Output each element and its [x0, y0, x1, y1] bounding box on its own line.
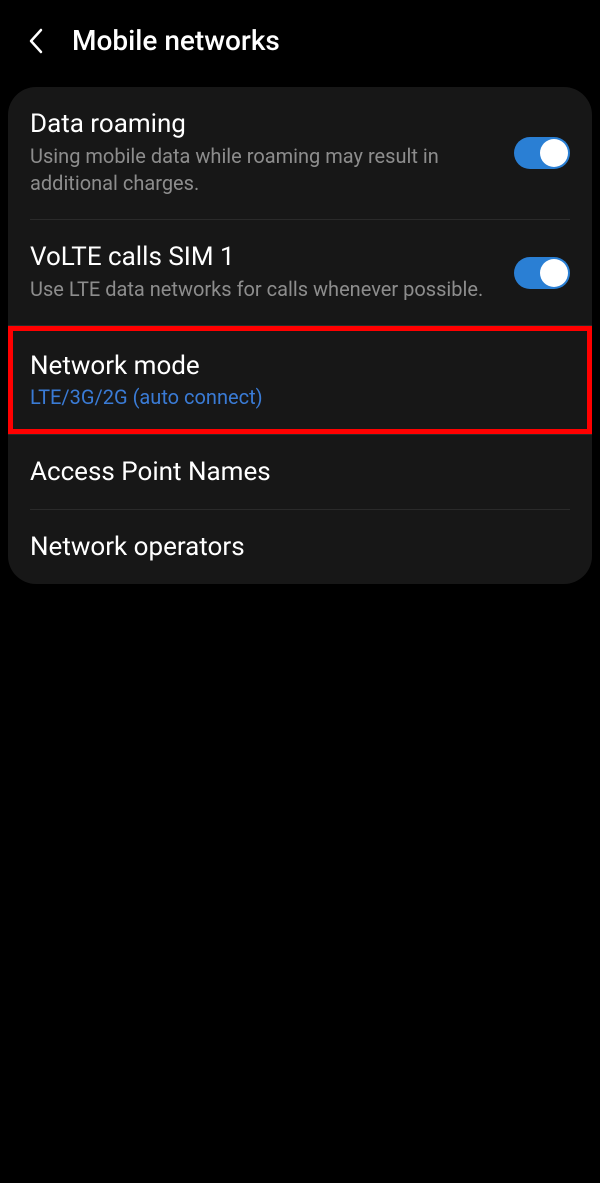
data-roaming-description: Using mobile data while roaming may resu… — [30, 143, 498, 197]
apn-text: Access Point Names — [30, 457, 570, 487]
network-operators-text: Network operators — [30, 532, 570, 562]
header: Mobile networks — [0, 0, 600, 81]
volte-title: VoLTE calls SIM 1 — [30, 242, 498, 272]
apn-item[interactable]: Access Point Names — [8, 435, 592, 509]
volte-text: VoLTE calls SIM 1 Use LTE data networks … — [30, 242, 498, 303]
data-roaming-toggle[interactable] — [514, 137, 570, 169]
data-roaming-item[interactable]: Data roaming Using mobile data while roa… — [8, 87, 592, 219]
page-title: Mobile networks — [72, 24, 280, 57]
network-operators-title: Network operators — [30, 532, 570, 562]
data-roaming-text: Data roaming Using mobile data while roa… — [30, 109, 498, 197]
apn-title: Access Point Names — [30, 457, 570, 487]
volte-description: Use LTE data networks for calls whenever… — [30, 276, 498, 303]
volte-item[interactable]: VoLTE calls SIM 1 Use LTE data networks … — [8, 220, 592, 325]
back-icon[interactable] — [24, 29, 48, 53]
network-mode-value: LTE/3G/2G (auto connect) — [30, 385, 570, 409]
data-roaming-title: Data roaming — [30, 109, 498, 139]
network-mode-item[interactable]: Network mode LTE/3G/2G (auto connect) — [8, 326, 592, 434]
network-mode-text: Network mode LTE/3G/2G (auto connect) — [30, 351, 570, 409]
network-mode-title: Network mode — [30, 351, 570, 381]
settings-card: Data roaming Using mobile data while roa… — [8, 87, 592, 584]
network-operators-item[interactable]: Network operators — [8, 510, 592, 584]
volte-toggle[interactable] — [514, 257, 570, 289]
